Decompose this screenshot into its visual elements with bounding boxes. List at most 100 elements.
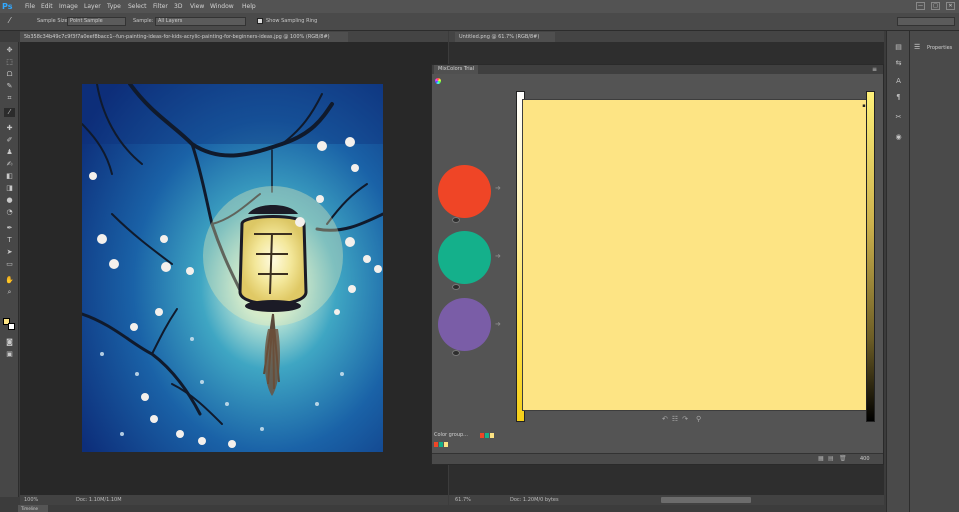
close-button[interactable]: ✕: [946, 2, 955, 10]
folder-icon[interactable]: ▦: [818, 455, 824, 462]
crop-tool-icon[interactable]: ⌗: [4, 94, 15, 103]
healing-brush-tool-icon[interactable]: ✚: [4, 124, 15, 133]
menu-bar: Ps File Edit Image Layer Type Select Fil…: [0, 0, 959, 13]
mixcolors-footer: ▦ ▤ 🗑 400: [432, 453, 883, 464]
list-icon[interactable]: ▤: [828, 455, 834, 462]
paragraph-icon[interactable]: ¶: [893, 93, 904, 102]
type-tool-icon[interactable]: T: [4, 236, 15, 245]
menu-file[interactable]: File: [25, 0, 35, 13]
marquee-tool-icon[interactable]: ⬚: [4, 58, 15, 67]
lasso-tool-icon[interactable]: ᗝ: [4, 70, 15, 79]
eraser-tool-icon[interactable]: ◧: [4, 172, 15, 181]
menu-image[interactable]: Image: [59, 0, 78, 13]
swatch-red-dropdown-icon[interactable]: [452, 217, 460, 223]
mixcolors-tab[interactable]: MixColors Trial: [434, 65, 479, 74]
properties-panel: ☰ Properties: [909, 31, 959, 512]
eyedropper-tool-icon[interactable]: ⁄: [4, 108, 15, 117]
background-color-swatch[interactable]: [8, 323, 15, 330]
menu-help[interactable]: Help: [242, 0, 256, 13]
group-chip-red[interactable]: [480, 433, 484, 438]
options-bar: ⁄ Sample Size: Point Sample Sample: All …: [0, 13, 959, 31]
character-icon[interactable]: A: [893, 77, 904, 86]
minimize-button[interactable]: —: [916, 2, 925, 10]
doc-size-2[interactable]: Doc: 1.20M/0 bytes: [510, 497, 559, 503]
stamp-tool-icon[interactable]: ♟: [4, 148, 15, 157]
mixed-color-box[interactable]: ▪▪: [522, 99, 874, 411]
menu-window[interactable]: Window: [210, 0, 234, 13]
maximize-button[interactable]: □: [931, 2, 940, 10]
grid-icon[interactable]: ☷: [672, 415, 678, 423]
brush-tool-icon[interactable]: ✐: [4, 136, 15, 145]
swatch-teal[interactable]: [438, 231, 491, 284]
sample-size-select[interactable]: Point Sample: [67, 17, 126, 26]
arrow-right-icon[interactable]: ➜: [495, 184, 501, 192]
zoom-level-1[interactable]: 100%: [24, 497, 38, 503]
tab-doc2[interactable]: Untitled.png @ 61.7% (RGB/8#): [455, 32, 555, 42]
group-chip-teal[interactable]: [485, 433, 489, 438]
mixcolors-titlebar: MixColors Trial ≡: [432, 65, 883, 74]
menu-layer[interactable]: Layer: [84, 0, 101, 13]
tools-icon[interactable]: ✂: [893, 113, 904, 122]
workspace-select[interactable]: [897, 17, 955, 26]
zoom-level-2[interactable]: 61.7%: [455, 497, 471, 503]
redo-icon[interactable]: ↷: [682, 415, 688, 423]
menu-filter[interactable]: Filter: [153, 0, 168, 13]
adjust-icon[interactable]: ⇆: [893, 59, 904, 68]
properties-icon[interactable]: ☰: [914, 43, 920, 51]
properties-label[interactable]: Properties: [927, 45, 952, 51]
doc1-tabbar: 5b358c34b49c7c9f3f7a0eef8bacc1--fun-pain…: [20, 31, 448, 42]
color-group-label[interactable]: Color group...: [434, 432, 468, 438]
arrow-right-icon[interactable]: ➜: [495, 320, 501, 328]
path-select-tool-icon[interactable]: ➤: [4, 248, 15, 257]
menu-3d[interactable]: 3D: [174, 0, 182, 13]
screen-mode-icon[interactable]: ▣: [4, 350, 15, 359]
doc-size-1[interactable]: Doc: 1.10M/1.10M: [76, 497, 122, 503]
recent-chip-teal[interactable]: [439, 442, 443, 447]
blur-tool-icon[interactable]: ●: [4, 196, 15, 205]
panel-zoom-label[interactable]: 400: [860, 456, 870, 462]
group-chip-yellow[interactable]: [490, 433, 494, 438]
camera-icon[interactable]: ◉: [893, 133, 904, 142]
arrow-right-icon[interactable]: ➜: [495, 252, 501, 260]
sample-label: Sample:: [133, 18, 154, 24]
trash-icon[interactable]: 🗑: [839, 455, 847, 462]
tools-panel: ✥ ⬚ ᗝ ✎ ⌗ ⁄ ✚ ✐ ♟ ✍ ◧ ◨ ● ◔ ✒ T ➤ ▭ ✋ ⌕ …: [0, 42, 19, 497]
panel-menu-icon[interactable]: ≡: [872, 66, 877, 73]
tab-doc1-label: 5b358c34b49c7c9f3f7a0eef8bacc1--fun-pain…: [24, 34, 330, 40]
hand-tool-icon[interactable]: ✋: [4, 276, 15, 285]
gradient-tool-icon[interactable]: ◨: [4, 184, 15, 193]
swatch-red[interactable]: [438, 165, 491, 218]
show-ring-checkbox[interactable]: [257, 18, 263, 24]
swatch-purple[interactable]: [438, 298, 491, 351]
undo-icon[interactable]: ↶: [662, 415, 668, 423]
dodge-tool-icon[interactable]: ◔: [4, 208, 15, 217]
menu-view[interactable]: View: [190, 0, 204, 13]
tab-doc2-label: Untitled.png @ 61.7% (RGB/8#): [459, 34, 540, 40]
rectangle-tool-icon[interactable]: ▭: [4, 260, 15, 269]
quick-mask-icon[interactable]: ◙: [4, 338, 15, 347]
menu-select[interactable]: Select: [128, 0, 147, 13]
quick-select-tool-icon[interactable]: ✎: [4, 82, 15, 91]
tab-doc1[interactable]: 5b358c34b49c7c9f3f7a0eef8bacc1--fun-pain…: [20, 32, 348, 42]
eyedropper-icon[interactable]: ⚲: [696, 415, 701, 423]
move-tool-icon[interactable]: ✥: [4, 46, 15, 55]
swatch-purple-dropdown-icon[interactable]: [452, 350, 460, 356]
shade-gradient-strip[interactable]: [866, 91, 875, 422]
history-brush-tool-icon[interactable]: ✍: [4, 160, 15, 169]
swatch-teal-dropdown-icon[interactable]: [452, 284, 460, 290]
mix-toolbar: ↶ ☷ ↷ ⚲: [662, 415, 701, 423]
sample-select[interactable]: All Layers: [155, 17, 246, 26]
recent-chip-yellow[interactable]: [444, 442, 448, 447]
menu-edit[interactable]: Edit: [41, 0, 53, 13]
color-wheel-icon[interactable]: [435, 78, 441, 84]
eyedropper-icon[interactable]: ⁄: [9, 16, 10, 25]
timeline-tab[interactable]: Timeline: [18, 505, 48, 512]
horizontal-scrollbar[interactable]: [661, 497, 751, 503]
pen-tool-icon[interactable]: ✒: [4, 224, 15, 233]
recent-chip-red[interactable]: [434, 442, 438, 447]
sample-value: All Layers: [158, 18, 183, 24]
document-canvas-1[interactable]: [20, 42, 448, 495]
menu-type[interactable]: Type: [107, 0, 121, 13]
zoom-tool-icon[interactable]: ⌕: [4, 288, 15, 297]
history-icon[interactable]: ▤: [893, 43, 904, 52]
